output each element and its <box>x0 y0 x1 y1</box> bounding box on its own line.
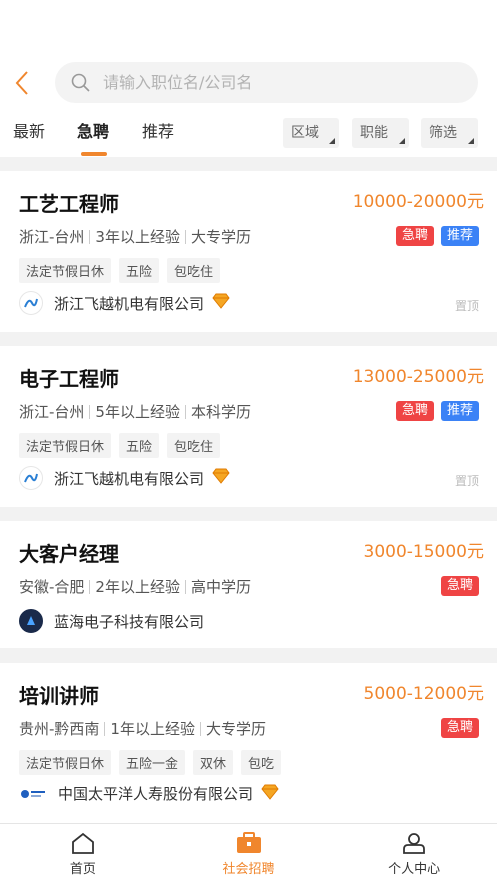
company-name: 中国太平洋人寿股份有限公司 <box>58 785 254 803</box>
welfare-tag: 包吃住 <box>167 258 221 283</box>
job-experience: 1年以上经验 <box>110 720 195 738</box>
tab-urgent[interactable]: 急聘 <box>77 118 109 142</box>
company-logo <box>19 466 43 490</box>
job-education: 大专学历 <box>190 228 251 246</box>
welfare-tag: 五险 <box>119 258 160 283</box>
job-experience: 2年以上经验 <box>95 578 180 596</box>
welfare-tag: 法定节假日休 <box>19 258 112 283</box>
welfare-tag: 双休 <box>193 750 234 775</box>
active-tab-indicator <box>81 152 107 156</box>
home-icon <box>71 832 94 854</box>
nav-profile-label: 个人中心 <box>388 862 441 877</box>
job-meta: 安徽-合肥 2年以上经验 高中学历 <box>19 576 251 597</box>
diamond-icon <box>212 293 230 313</box>
company-name: 浙江飞越机电有限公司 <box>54 469 205 488</box>
job-education: 本科学历 <box>190 403 251 421</box>
company-name: 蓝海电子科技有限公司 <box>54 612 205 631</box>
dropdown-corner-icon <box>468 138 474 144</box>
nav-profile[interactable]: 个人中心 <box>331 824 497 883</box>
job-badges: 急聘 <box>440 718 479 738</box>
job-salary: 5000-12000元 <box>363 684 484 704</box>
job-title: 电子工程师 <box>19 367 119 391</box>
welfare-tag: 包吃 <box>241 750 282 775</box>
pinned-label: 置顶 <box>454 299 479 313</box>
job-location: 浙江-台州 <box>19 403 85 421</box>
job-title: 培训讲师 <box>19 684 99 708</box>
job-location: 浙江-台州 <box>19 228 85 246</box>
welfare-tag: 包吃住 <box>167 433 221 458</box>
search-icon <box>71 73 90 92</box>
top-bar: 最新 急聘 推荐 区域 职能 筛选 <box>0 0 497 157</box>
job-salary: 10000-20000元 <box>352 192 484 212</box>
urgent-badge: 急聘 <box>395 401 434 421</box>
bottom-nav: 首页 社会招聘 个人中心 <box>0 823 497 883</box>
job-location: 贵州-黔西南 <box>19 720 100 738</box>
job-experience: 3年以上经验 <box>95 228 180 246</box>
job-badges: 急聘 <box>440 576 479 596</box>
filter-more[interactable]: 筛选 <box>421 118 478 148</box>
company-logo <box>19 609 43 633</box>
chevron-left-icon <box>15 71 28 95</box>
company-row[interactable]: 浙江飞越机电有限公司 <box>19 291 230 315</box>
back-button[interactable] <box>10 68 34 98</box>
welfare-tag: 法定节假日休 <box>19 433 112 458</box>
job-badges: 急聘 推荐 <box>395 401 479 421</box>
welfare-tags: 法定节假日休 五险 包吃住 <box>19 258 221 283</box>
filter-area-label: 区域 <box>291 125 319 141</box>
job-location: 安徽-合肥 <box>19 578 85 596</box>
welfare-tag: 五险 <box>119 433 160 458</box>
job-card[interactable]: 电子工程师 13000-25000元 浙江-台州 5年以上经验 本科学历 急聘 … <box>0 346 497 507</box>
tab-bar: 最新 急聘 推荐 <box>0 118 260 156</box>
recommend-badge: 推荐 <box>440 401 479 421</box>
company-row[interactable]: 蓝海电子科技有限公司 <box>19 609 204 633</box>
welfare-tags: 法定节假日休 五险一金 双休 包吃 <box>19 750 282 775</box>
welfare-tag: 五险一金 <box>119 750 186 775</box>
job-card[interactable]: 大客户经理 3000-15000元 安徽-合肥 2年以上经验 高中学历 急聘 蓝… <box>0 521 497 648</box>
job-title: 工艺工程师 <box>19 192 119 216</box>
job-title: 大客户经理 <box>19 542 119 566</box>
company-logo <box>19 291 43 315</box>
company-name: 浙江飞越机电有限公司 <box>54 294 205 313</box>
nav-home-label: 首页 <box>69 862 96 877</box>
tab-recommend[interactable]: 推荐 <box>142 118 174 142</box>
job-card[interactable]: 工艺工程师 10000-20000元 浙江-台州 3年以上经验 大专学历 急聘 … <box>0 171 497 332</box>
filter-more-label: 筛选 <box>429 125 457 141</box>
search-input[interactable] <box>103 73 433 92</box>
filter-area[interactable]: 区域 <box>283 118 339 148</box>
job-experience: 5年以上经验 <box>95 403 180 421</box>
urgent-badge: 急聘 <box>395 226 434 246</box>
nav-social-recruitment[interactable]: 社会招聘 <box>166 824 332 883</box>
job-meta: 浙江-台州 5年以上经验 本科学历 <box>19 401 251 422</box>
company-row[interactable]: 中国太平洋人寿股份有限公司 <box>19 783 279 804</box>
job-education: 大专学历 <box>205 720 266 738</box>
diamond-icon <box>212 468 230 488</box>
dropdown-corner-icon <box>329 138 335 144</box>
search-bar[interactable] <box>55 62 478 103</box>
nav-social-recruitment-label: 社会招聘 <box>222 862 275 877</box>
tab-latest[interactable]: 最新 <box>13 118 45 142</box>
job-card[interactable]: 培训讲师 5000-12000元 贵州-黔西南 1年以上经验 大专学历 急聘 法… <box>0 663 497 823</box>
job-salary: 3000-15000元 <box>363 542 484 562</box>
user-icon <box>403 833 426 854</box>
job-salary: 13000-25000元 <box>352 367 484 387</box>
job-education: 高中学历 <box>190 578 251 596</box>
filter-function[interactable]: 职能 <box>352 118 409 148</box>
job-meta: 贵州-黔西南 1年以上经验 大专学历 <box>19 718 266 739</box>
briefcase-icon <box>236 832 261 853</box>
filter-function-label: 职能 <box>360 125 388 141</box>
company-row[interactable]: 浙江飞越机电有限公司 <box>19 466 230 490</box>
dropdown-corner-icon <box>399 138 405 144</box>
urgent-badge: 急聘 <box>440 718 479 738</box>
nav-home[interactable]: 首页 <box>0 824 166 883</box>
company-logo <box>19 785 47 802</box>
recommend-badge: 推荐 <box>440 226 479 246</box>
welfare-tags: 法定节假日休 五险 包吃住 <box>19 433 221 458</box>
diamond-icon <box>261 784 279 804</box>
job-meta: 浙江-台州 3年以上经验 大专学历 <box>19 226 251 247</box>
urgent-badge: 急聘 <box>440 576 479 596</box>
welfare-tag: 法定节假日休 <box>19 750 112 775</box>
pinned-label: 置顶 <box>454 474 479 488</box>
job-badges: 急聘 推荐 <box>395 226 479 246</box>
